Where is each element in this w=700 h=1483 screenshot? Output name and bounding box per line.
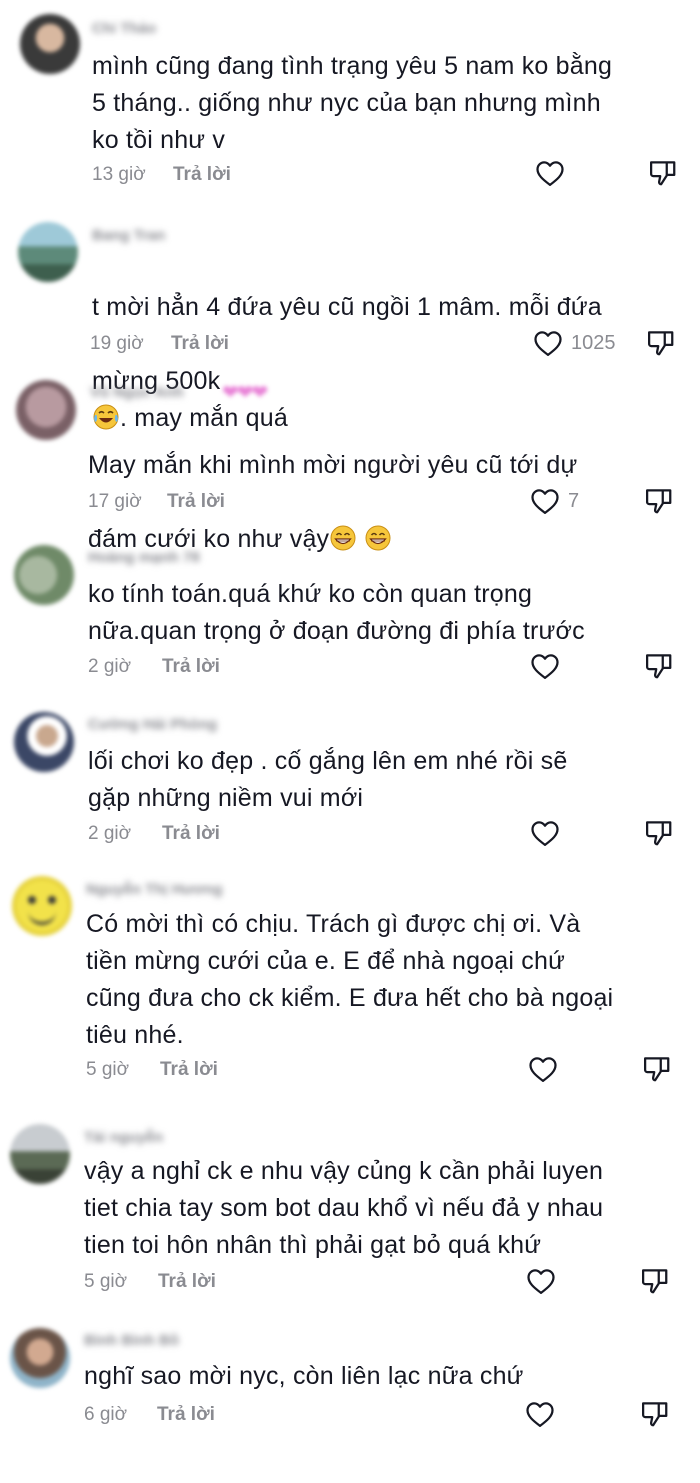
comment-text: Có mời thì có chịu. Trách gì được chị ơi… [86, 910, 614, 1049]
dislike-icon[interactable] [648, 158, 678, 188]
comment-text-line: t mời hẳn 4 đứa yêu cũ ngồi 1 mâm. mỗi đ… [92, 293, 602, 321]
like-button[interactable] [525, 1400, 555, 1428]
comment-time: 5 giờ [84, 1271, 128, 1292]
comment-username[interactable]: Bình Bình Bồ [84, 1332, 179, 1349]
like-button[interactable] [526, 1267, 556, 1295]
like-button[interactable] [528, 1055, 558, 1083]
reply-button[interactable]: Trả lời [158, 1271, 216, 1293]
reply-button[interactable]: Trả lời [162, 656, 220, 678]
comment-username[interactable]: Bang Tran [92, 227, 165, 244]
avatar[interactable] [18, 222, 78, 282]
grinning-emoji-icon [365, 525, 391, 551]
dislike-icon[interactable] [640, 1266, 670, 1296]
heart-icon [526, 1402, 554, 1427]
comment-username[interactable]: Cường Hải Phòng [88, 716, 217, 733]
heart-icon [536, 161, 564, 186]
avatar[interactable] [10, 1124, 70, 1184]
comment-username[interactable]: Vũ Ngọc Anh [90, 384, 184, 401]
like-button[interactable] [530, 652, 560, 680]
comment-username[interactable]: Nguyễn Thị Hương [86, 881, 223, 898]
reply-button[interactable]: Trả lời [167, 491, 225, 513]
like-count: 7 [568, 489, 580, 512]
dislike-icon[interactable] [644, 651, 674, 681]
comment-username[interactable]: Tài nguyễn [84, 1129, 163, 1146]
dislike-icon[interactable] [642, 1054, 672, 1084]
avatar[interactable] [14, 545, 74, 605]
like-button[interactable]: 1025 [533, 329, 616, 357]
heart-icon [531, 654, 559, 679]
comment-time: 2 giờ [88, 823, 132, 844]
heart-icon [531, 821, 559, 846]
comment-text: May mắn khi mình mời người yêu cũ tới dự… [88, 410, 577, 558]
comment-username[interactable]: Chi Thảo [92, 20, 156, 37]
comment-time: 2 giờ [88, 656, 132, 677]
dislike-icon[interactable] [640, 1399, 670, 1429]
reply-button[interactable]: Trả lời [173, 164, 231, 186]
comment-time: 19 giờ [90, 333, 144, 354]
dislike-icon[interactable] [646, 328, 676, 358]
reply-button[interactable]: Trả lời [157, 1404, 215, 1426]
like-button[interactable]: 7 [530, 487, 579, 515]
comment-text: ko tính toán.quá khứ ko còn quan trọng n… [88, 580, 585, 645]
avatar[interactable] [10, 1328, 70, 1388]
dislike-icon[interactable] [644, 818, 674, 848]
comment-text: nghĩ sao mời nyc, còn liên lạc nữa chứ [84, 1362, 524, 1390]
comment-text: mình cũng đang tình trạng yêu 5 nam ko b… [92, 52, 613, 154]
heart-icon [529, 1057, 557, 1082]
reply-button[interactable]: Trả lời [162, 823, 220, 845]
comment-text: lối chơi ko đẹp . cố gắng lên em nhé rồi… [88, 747, 568, 812]
reply-button[interactable]: Trả lời [171, 333, 229, 355]
comment-text-line: May mắn khi mình mời người yêu cũ tới dự [88, 451, 578, 479]
comment-username[interactable]: Hoàng mạnh 78 [88, 549, 200, 566]
like-button[interactable] [535, 159, 565, 187]
like-count: 1025 [571, 331, 616, 354]
comment-time: 6 giờ [84, 1404, 128, 1425]
comment-time: 17 giờ [88, 491, 142, 512]
avatar[interactable] [16, 380, 76, 440]
decorative-hearts: ❤❤❤ [222, 382, 268, 404]
dislike-icon[interactable] [644, 486, 674, 516]
reply-button[interactable]: Trả lời [160, 1059, 218, 1081]
heart-icon [527, 1269, 555, 1294]
comment-time: 13 giờ [92, 164, 146, 185]
like-button[interactable] [530, 819, 560, 847]
heart-icon [534, 331, 562, 356]
avatar[interactable] [20, 14, 80, 74]
heart-icon [531, 489, 559, 514]
grinning-emoji-icon [330, 525, 356, 551]
avatar[interactable] [12, 876, 72, 936]
comment-text: vậy a nghỉ ck e nhu vậy củng k cần phải … [84, 1157, 604, 1259]
comment-time: 5 giờ [86, 1059, 130, 1080]
avatar[interactable] [14, 712, 74, 772]
